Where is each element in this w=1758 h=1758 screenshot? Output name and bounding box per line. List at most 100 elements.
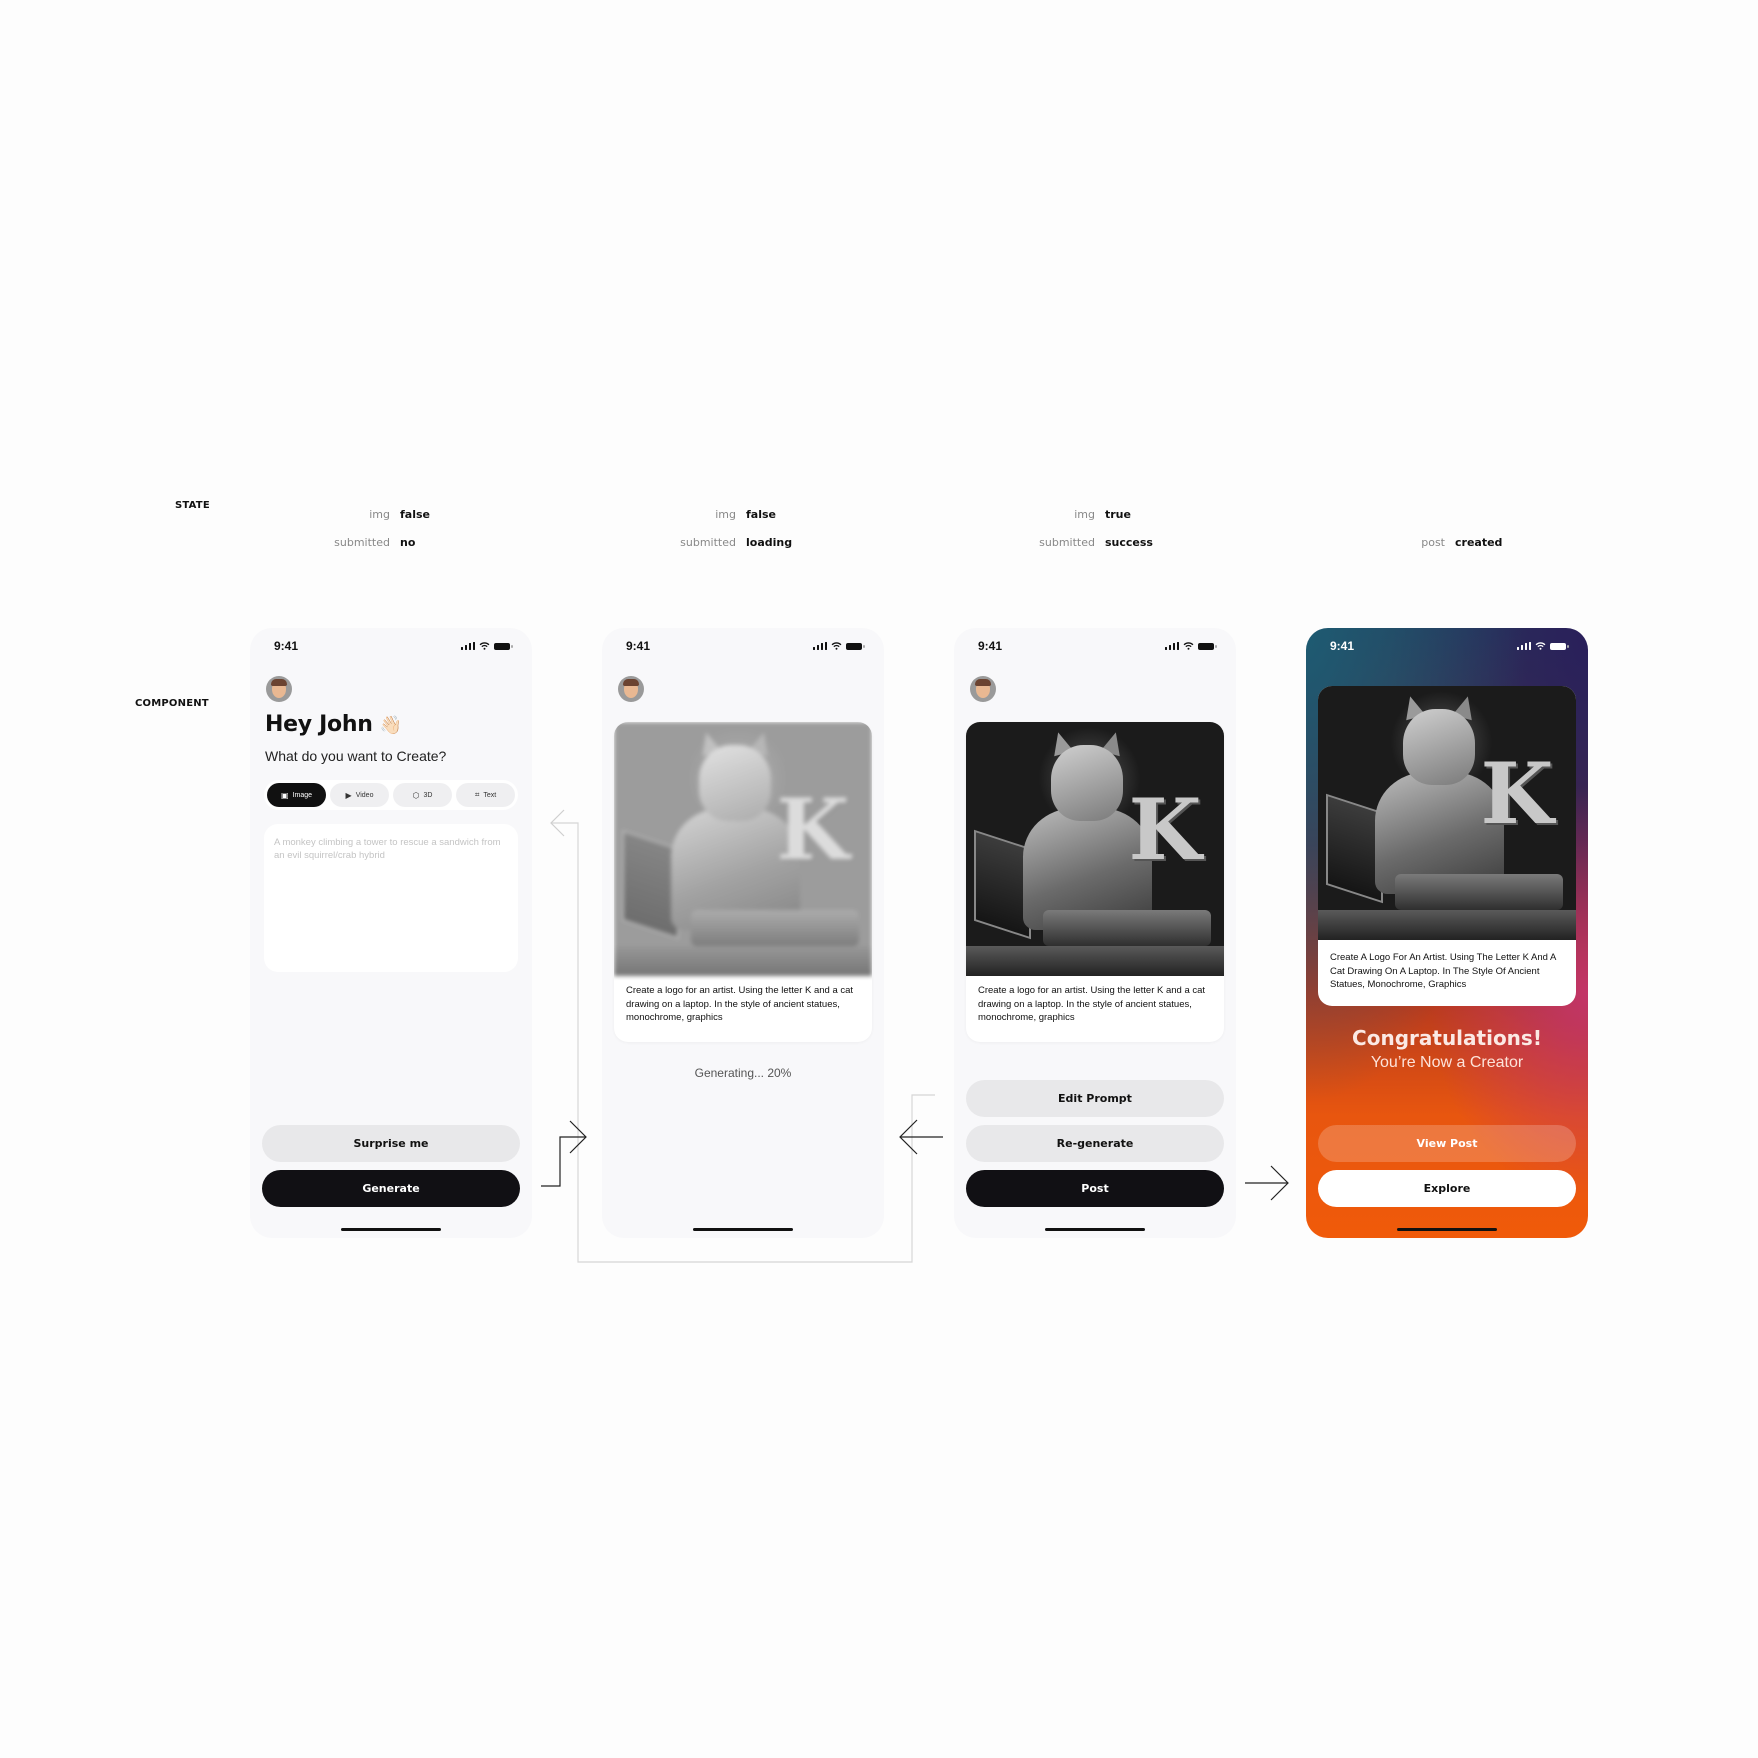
home-indicator	[1045, 1227, 1145, 1231]
battery-icon	[1198, 642, 1217, 650]
battery-icon	[1550, 642, 1569, 650]
image-icon: ▣	[280, 790, 289, 800]
signal-icon	[460, 642, 475, 650]
state-1-img: img false	[330, 508, 430, 521]
status-bar: 9:41	[1306, 628, 1588, 664]
state-2-img: img false	[676, 508, 776, 521]
success-arrowhead	[899, 1119, 918, 1155]
generated-image-placeholder: K	[614, 722, 872, 976]
battery-icon	[846, 642, 865, 650]
avatar[interactable]	[618, 676, 644, 702]
tab-label: Image	[292, 791, 313, 799]
state-key: submitted	[1039, 536, 1095, 549]
component-label: COMPONENT	[135, 698, 209, 709]
status-time: 9:41	[274, 639, 299, 653]
avatar[interactable]	[266, 676, 292, 702]
screen-result: 9:41 K Create a logo for an artist. Usin…	[954, 628, 1236, 1238]
explore-button[interactable]: Explore	[1318, 1170, 1576, 1207]
state-key: img	[715, 508, 736, 521]
artwork-letter: K	[1128, 780, 1202, 880]
state-1-submitted: submitted no	[330, 536, 415, 549]
cube-icon: ⬡	[412, 790, 420, 800]
surprise-me-button[interactable]: Surprise me	[262, 1125, 520, 1162]
state-key: img	[1074, 508, 1095, 521]
state-value: false	[400, 508, 430, 521]
greeting-text: Hey John	[265, 712, 373, 737]
state-value: success	[1105, 536, 1153, 549]
state-value: no	[400, 536, 416, 549]
signal-icon	[1516, 642, 1531, 650]
status-time: 9:41	[978, 639, 1003, 653]
post-image: K	[1318, 686, 1576, 940]
post-arrowhead	[1270, 1165, 1289, 1201]
text-scan-icon: ⌗	[474, 790, 480, 799]
create-subtitle: What do you want to Create?	[265, 748, 447, 764]
regenerate-button[interactable]: Re-generate	[966, 1125, 1224, 1162]
state-value: loading	[746, 536, 793, 549]
post-button[interactable]: Post	[966, 1170, 1224, 1207]
artwork-letter: K	[776, 780, 850, 880]
generated-image-card: K Create a logo for an artist. Using the…	[614, 722, 872, 1042]
state-key: post	[1421, 536, 1445, 549]
greeting-heading: Hey John 👋🏻	[265, 712, 402, 737]
video-icon: ▶	[345, 790, 352, 800]
congrats-subtitle: You’re Now a Creator	[1370, 1054, 1524, 1071]
state-value: created	[1455, 536, 1503, 549]
edit-prompt-button[interactable]: Edit Prompt	[966, 1080, 1224, 1117]
waving-hand-icon: 👋🏻	[379, 715, 403, 736]
view-post-button[interactable]: View Post	[1318, 1125, 1576, 1162]
screen-create-prompt: 9:41 Hey John 👋🏻 What do you want to Cre…	[250, 628, 532, 1238]
state-3-img: img true	[1035, 508, 1131, 521]
state-value: true	[1105, 508, 1131, 521]
generate-button[interactable]: Generate	[262, 1170, 520, 1207]
avatar[interactable]	[970, 676, 996, 702]
tab-label: 3D	[423, 791, 433, 799]
status-bar: 9:41	[954, 628, 1236, 664]
state-value: false	[746, 508, 776, 521]
tab-video[interactable]: ▶ Video	[330, 783, 389, 807]
state-key: submitted	[680, 536, 736, 549]
prompt-box	[264, 824, 518, 972]
state-4-post: post created	[1385, 536, 1502, 549]
generated-image[interactable]: K	[966, 722, 1224, 976]
loop-back-arrowhead	[550, 809, 565, 837]
generating-progress-text: Generating... 20%	[694, 1066, 792, 1080]
home-indicator	[341, 1227, 441, 1231]
signal-icon	[1164, 642, 1179, 650]
generate-arrowhead	[569, 1120, 587, 1154]
state-label: STATE	[175, 500, 210, 511]
signal-icon	[812, 642, 827, 650]
tab-image[interactable]: ▣ Image	[267, 783, 326, 807]
generated-image-card: K Create a logo for an artist. Using the…	[966, 722, 1224, 1042]
status-time: 9:41	[626, 639, 651, 653]
tab-label: Video	[355, 791, 374, 799]
state-key: submitted	[334, 536, 390, 549]
status-bar: 9:41	[602, 628, 884, 664]
screen-generating: 9:41 K Create a logo for an artist. Usin…	[602, 628, 884, 1238]
status-bar: 9:41	[250, 628, 532, 664]
prompt-caption: Create a logo for an artist. Using the l…	[626, 985, 854, 1023]
status-time: 9:41	[1330, 639, 1355, 653]
prompt-input[interactable]	[274, 836, 508, 960]
wifi-icon	[1183, 642, 1194, 650]
wifi-icon	[479, 642, 490, 650]
created-post-card[interactable]: K Create A Logo For An Artist. Using The…	[1318, 686, 1576, 1006]
home-indicator	[693, 1227, 793, 1231]
home-indicator	[1397, 1227, 1497, 1231]
tab-text[interactable]: ⌗ Text	[456, 783, 515, 807]
screen-congratulations: 9:41 K Create A Logo For An Artist. Usin…	[1306, 628, 1588, 1238]
wifi-icon	[1535, 642, 1546, 650]
state-3-submitted: submitted success	[1035, 536, 1153, 549]
tab-3d[interactable]: ⬡ 3D	[393, 783, 452, 807]
generate-connector	[541, 1136, 586, 1187]
state-key: img	[369, 508, 390, 521]
prompt-caption: Create a logo for an artist. Using the l…	[978, 985, 1206, 1023]
content-type-tabs: ▣ Image ▶ Video ⬡ 3D ⌗ Text	[264, 780, 518, 810]
artwork-letter: K	[1480, 744, 1554, 844]
post-caption: Create A Logo For An Artist. Using The L…	[1330, 952, 1556, 990]
state-2-submitted: submitted loading	[676, 536, 792, 549]
congrats-title: Congratulations!	[1352, 1026, 1542, 1050]
tab-label: Text	[483, 791, 497, 799]
battery-icon	[494, 642, 513, 650]
wifi-icon	[831, 642, 842, 650]
